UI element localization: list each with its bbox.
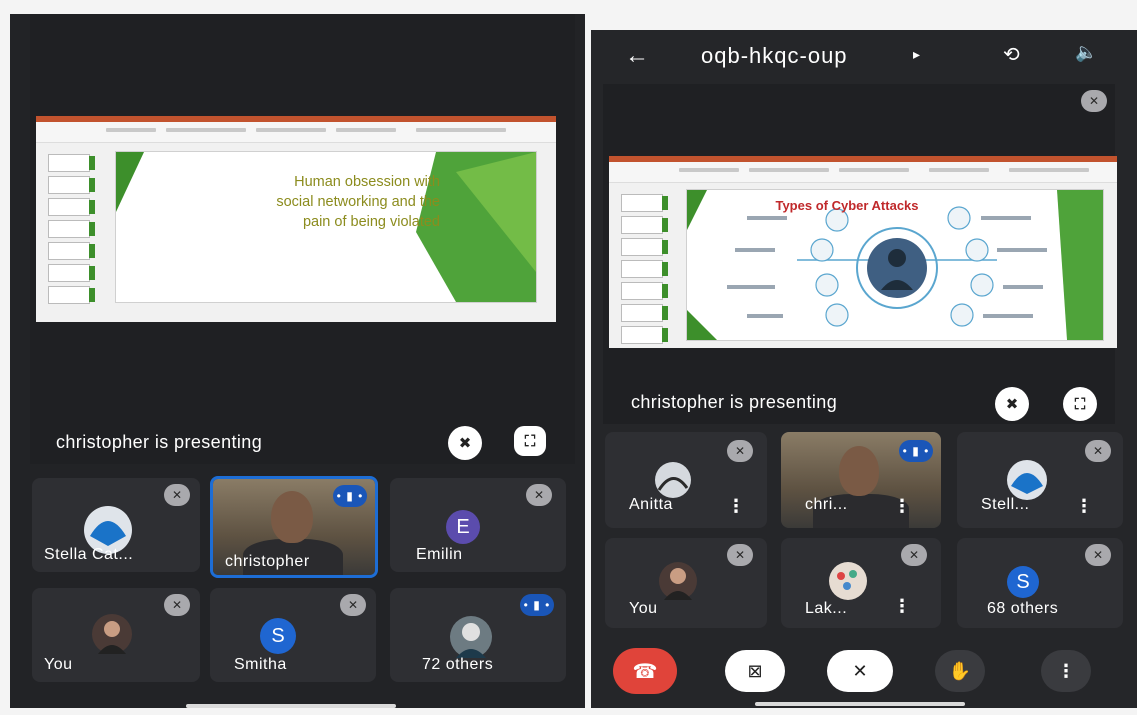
slide-title: Human obsession with social networking a… (276, 172, 440, 232)
more-options-icon[interactable]: ⋮ (727, 496, 745, 517)
mic-off-icon: ✕ (164, 484, 190, 506)
participant-name: Anitta (629, 496, 673, 513)
more-options-icon: ⋮ (1057, 660, 1075, 681)
slide-canvas: Human obsession with social networking a… (116, 152, 536, 302)
participant-name: chri... (805, 496, 848, 513)
participant-name: Stella Cat... (44, 546, 134, 563)
participant-tile[interactable]: ✕ You (32, 588, 200, 682)
ppt-ribbon (36, 122, 556, 143)
slide-title-line-2: social networking and the (276, 194, 440, 210)
shared-slide-screenshot: Human obsession with social networking a… (36, 116, 556, 322)
raise-hand-button[interactable]: ✋ (935, 650, 985, 692)
participant-tile[interactable]: ✕ Anitta ⋮ (605, 432, 767, 528)
unpin-button[interactable]: ✖ (448, 426, 482, 460)
more-options-icon[interactable]: ⋮ (893, 496, 911, 517)
slide-thumbnails (613, 186, 673, 344)
ppt-ribbon (609, 162, 1117, 183)
speaking-indicator-icon: • ▮ • (333, 485, 367, 507)
end-call-button[interactable]: ☎ (613, 648, 677, 694)
speaker-icon[interactable]: 🔈 (1075, 42, 1098, 63)
presentation-stage: Human obsession with social networking a… (30, 14, 575, 464)
participant-name: Lak... (805, 600, 848, 617)
slide-title-line-1: Human obsession with (294, 174, 440, 190)
right-phone-screen: ← oqb-hkqc-oup ▸ ⟲ 🔈 ✕ Types of Cyber At… (591, 30, 1137, 708)
slide-title-line-3: pain of being violated (302, 214, 440, 230)
mic-off-icon: ✕ (852, 660, 868, 681)
avatar: S (260, 618, 296, 654)
participant-name: 68 others (987, 600, 1059, 617)
home-indicator (755, 702, 965, 706)
avatar: E (446, 510, 480, 544)
more-options-icon[interactable]: ⋮ (1075, 496, 1093, 517)
unpin-button[interactable]: ✖ (995, 387, 1029, 421)
avatar (1007, 460, 1047, 500)
pin-off-icon: ✖ (1005, 396, 1019, 413)
participant-tile[interactable]: • ▮ • 72 others (390, 588, 566, 682)
speaking-indicator-icon: • ▮ • (520, 594, 554, 616)
mic-off-icon: ✕ (727, 544, 753, 566)
home-indicator (186, 704, 396, 708)
participant-tile[interactable]: ✕ You (605, 538, 767, 628)
speaking-indicator-icon: • ▮ • (899, 440, 933, 462)
mic-off-icon: ✕ (901, 544, 927, 566)
back-arrow-icon[interactable]: ← (625, 42, 650, 70)
participant-name: christopher (225, 553, 310, 570)
meeting-info-arrow-icon[interactable]: ▸ (913, 46, 921, 63)
participant-tile[interactable]: ✕ Stell... ⋮ (957, 432, 1123, 528)
presenting-label: christopher is presenting (631, 392, 838, 412)
slide-canvas: Types of Cyber Attacks (687, 190, 1103, 340)
avatar (450, 616, 492, 658)
participant-tile-active[interactable]: • ▮ • christopher (210, 476, 378, 578)
end-call-icon: ☎ (632, 660, 658, 683)
meeting-code[interactable]: oqb-hkqc-oup (701, 43, 848, 69)
top-bar: ← oqb-hkqc-oup ▸ ⟲ 🔈 (591, 30, 1137, 86)
participant-tile[interactable]: ✕ Lak... ⋮ (781, 538, 941, 628)
mic-toggle-button[interactable]: ✕ (827, 650, 893, 692)
participant-tile[interactable]: ✕ Stella Cat... (32, 478, 200, 572)
presenting-label: christopher is presenting (56, 432, 263, 452)
participant-name: 72 others (422, 656, 494, 673)
participant-tile[interactable]: ✕ E Emilin (390, 478, 566, 572)
switch-camera-icon[interactable]: ⟲ (1003, 42, 1021, 67)
camera-toggle-button[interactable]: ⊠ (725, 650, 785, 692)
avatar (92, 614, 132, 654)
avatar: S (1007, 566, 1039, 598)
mic-off-icon: ✕ (1085, 440, 1111, 462)
participant-name: Emilin (416, 546, 463, 563)
mic-off-icon: ✕ (727, 440, 753, 462)
mic-off-icon: ✕ (1081, 90, 1107, 112)
shared-slide-screenshot: Types of Cyber Attacks (609, 156, 1117, 348)
more-options-button[interactable]: ⋮ (1041, 650, 1091, 692)
participant-name: You (44, 656, 73, 673)
fullscreen-button[interactable]: ⛶ (514, 426, 546, 456)
avatar (829, 562, 867, 600)
participant-name: Stell... (981, 496, 1030, 513)
camera-off-icon: ⊠ (747, 660, 763, 681)
mic-off-icon: ✕ (526, 484, 552, 506)
slide-title: Types of Cyber Attacks (775, 198, 919, 213)
fullscreen-icon: ⛶ (524, 432, 536, 450)
mic-off-icon: ✕ (1085, 544, 1111, 566)
left-phone-screen: Human obsession with social networking a… (10, 14, 585, 708)
mic-off-icon: ✕ (340, 594, 366, 616)
fullscreen-icon: ⛶ (1074, 395, 1086, 413)
participant-tile[interactable]: • ▮ • chri... ⋮ (781, 432, 941, 528)
participant-tile[interactable]: ✕ S 68 others (957, 538, 1123, 628)
raise-hand-icon: ✋ (948, 660, 972, 681)
slide-thumbnails (40, 146, 100, 314)
avatar (655, 462, 691, 498)
participant-name: You (629, 600, 658, 617)
pin-off-icon: ✖ (458, 435, 472, 452)
more-options-icon[interactable]: ⋮ (893, 596, 911, 617)
fullscreen-button[interactable]: ⛶ (1063, 387, 1097, 421)
mic-off-icon: ✕ (164, 594, 190, 616)
presentation-stage: ✕ Types of Cyber Attacks christopher is … (603, 84, 1117, 424)
avatar (659, 562, 697, 600)
participant-tile[interactable]: ✕ S Smitha (210, 588, 376, 682)
participant-name: Smitha (234, 656, 287, 673)
